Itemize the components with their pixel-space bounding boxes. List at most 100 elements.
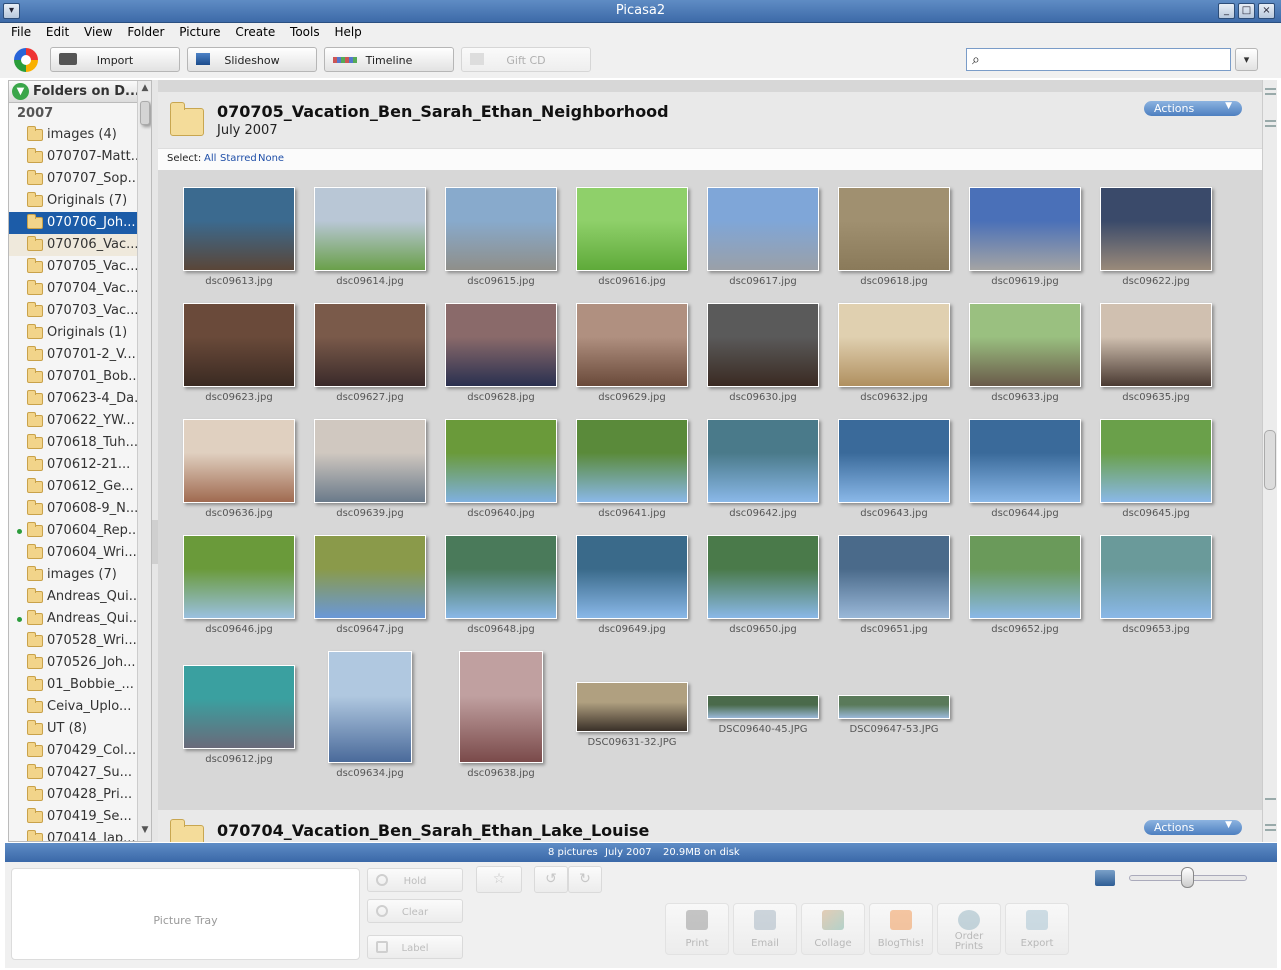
folder-item[interactable]: 070703_Vac... bbox=[9, 300, 137, 322]
photo-thumbnail[interactable] bbox=[576, 419, 688, 503]
scroll-thumb[interactable] bbox=[140, 101, 150, 125]
star-button[interactable]: ☆ bbox=[476, 866, 522, 893]
menu-view[interactable]: View bbox=[78, 23, 117, 39]
close-button[interactable]: × bbox=[1258, 3, 1275, 19]
import-button[interactable]: Import bbox=[50, 47, 180, 72]
search-options-button[interactable]: ▾ bbox=[1235, 48, 1258, 71]
folder-item[interactable]: 070612_Ge... bbox=[9, 476, 137, 498]
photo-thumbnail[interactable] bbox=[314, 303, 426, 387]
photo-thumbnail[interactable] bbox=[838, 535, 950, 619]
minimize-button[interactable]: _ bbox=[1218, 3, 1235, 19]
folder-item[interactable]: 070612-21... bbox=[9, 454, 137, 476]
folder-item[interactable]: 070427_Su... bbox=[9, 762, 137, 784]
menu-folder[interactable]: Folder bbox=[121, 23, 169, 39]
photo-thumbnail[interactable] bbox=[445, 535, 557, 619]
folder-item[interactable]: 070706_Joh... bbox=[9, 212, 137, 234]
photo-thumbnail[interactable] bbox=[576, 682, 688, 732]
label-button[interactable]: Label bbox=[367, 935, 463, 959]
folder-item[interactable]: 070701-2_V... bbox=[9, 344, 137, 366]
photo-thumbnail[interactable] bbox=[183, 535, 295, 619]
slider-handle[interactable] bbox=[1181, 867, 1194, 888]
photo-thumbnail[interactable] bbox=[707, 187, 819, 271]
photo-thumbnail[interactable] bbox=[314, 535, 426, 619]
folder-item[interactable]: 070528_Wri... bbox=[9, 630, 137, 652]
actions-dropdown-2[interactable]: Actions ▼ bbox=[1144, 820, 1242, 835]
folder-item[interactable]: 01_Bobbie_... bbox=[9, 674, 137, 696]
folder-item[interactable]: Andreas_Qui... bbox=[9, 608, 137, 630]
photo-thumbnail[interactable] bbox=[1100, 187, 1212, 271]
photo-thumbnail[interactable] bbox=[1100, 535, 1212, 619]
clear-button[interactable]: Clear bbox=[367, 899, 463, 923]
folder-item[interactable]: Originals (1) bbox=[9, 322, 137, 344]
photo-thumbnail[interactable] bbox=[707, 303, 819, 387]
actions-dropdown[interactable]: Actions ▼ bbox=[1144, 101, 1242, 116]
folder-item[interactable]: images (7) bbox=[9, 564, 137, 586]
select-starred-link[interactable]: Starred bbox=[220, 153, 257, 164]
collage-button[interactable]: Collage bbox=[801, 903, 865, 955]
email-button[interactable]: Email bbox=[733, 903, 797, 955]
slideshow-button[interactable]: Slideshow bbox=[187, 47, 317, 72]
folder-item[interactable]: 070701_Bob... bbox=[9, 366, 137, 388]
folder-item[interactable]: 070707_Sop... bbox=[9, 168, 137, 190]
photo-thumbnail[interactable] bbox=[969, 187, 1081, 271]
photo-thumbnail[interactable] bbox=[707, 695, 819, 719]
photo-thumbnail[interactable] bbox=[183, 303, 295, 387]
scroll-down-icon[interactable]: ▼ bbox=[139, 825, 151, 839]
photo-thumbnail[interactable] bbox=[445, 303, 557, 387]
library-scrollbar[interactable] bbox=[1262, 80, 1277, 842]
scroll-thumb[interactable] bbox=[1264, 430, 1276, 490]
photo-thumbnail[interactable] bbox=[459, 651, 543, 763]
photo-thumbnail[interactable] bbox=[969, 535, 1081, 619]
folder-list-scrollbar[interactable]: ▲ ▼ bbox=[137, 81, 151, 841]
folder-item[interactable]: UT (8) bbox=[9, 718, 137, 740]
photo-thumbnail[interactable] bbox=[328, 651, 412, 763]
photo-thumbnail[interactable] bbox=[576, 303, 688, 387]
photo-thumbnail[interactable] bbox=[314, 187, 426, 271]
menu-edit[interactable]: Edit bbox=[40, 23, 74, 39]
rotate-left-icon[interactable]: ↺ bbox=[534, 866, 568, 893]
folder-item[interactable]: 070604_Wri... bbox=[9, 542, 137, 564]
folder-item[interactable]: Andreas_Qui... bbox=[9, 586, 137, 608]
folder-item[interactable]: 070608-9_N... bbox=[9, 498, 137, 520]
maximize-button[interactable]: □ bbox=[1238, 3, 1255, 19]
scroll-up-icon[interactable]: ▲ bbox=[139, 83, 151, 97]
folder-item[interactable]: 070622_YW... bbox=[9, 410, 137, 432]
timeline-button[interactable]: Timeline bbox=[324, 47, 454, 72]
photo-thumbnail[interactable] bbox=[314, 419, 426, 503]
photo-thumbnail[interactable] bbox=[445, 187, 557, 271]
menu-tools[interactable]: Tools bbox=[284, 23, 325, 39]
menu-help[interactable]: Help bbox=[328, 23, 366, 39]
photo-thumbnail[interactable] bbox=[576, 187, 688, 271]
photo-thumbnail[interactable] bbox=[969, 419, 1081, 503]
folder-item[interactable]: 070428_Pri... bbox=[9, 784, 137, 806]
blogthis-button[interactable]: BlogThis! bbox=[869, 903, 933, 955]
rotate-right-icon[interactable]: ↻ bbox=[568, 866, 602, 893]
photo-thumbnail[interactable] bbox=[183, 419, 295, 503]
folder-item[interactable]: 070704_Vac... bbox=[9, 278, 137, 300]
folder-item[interactable]: 070618_Tuh... bbox=[9, 432, 137, 454]
photo-thumbnail[interactable] bbox=[707, 535, 819, 619]
photo-thumbnail[interactable] bbox=[838, 695, 950, 719]
photo-thumbnail[interactable] bbox=[1100, 419, 1212, 503]
folder-item[interactable]: 070707-Matt... bbox=[9, 146, 137, 168]
photo-thumbnail[interactable] bbox=[969, 303, 1081, 387]
gift-cd-button[interactable]: Gift CD bbox=[461, 47, 591, 72]
folder-item[interactable]: 070623-4_Da... bbox=[9, 388, 137, 410]
photo-thumbnail[interactable] bbox=[183, 665, 295, 749]
menu-file[interactable]: File bbox=[5, 23, 36, 39]
folder-item[interactable]: Originals (7) bbox=[9, 190, 137, 212]
picture-tray[interactable]: Picture Tray bbox=[11, 868, 360, 960]
photo-thumbnail[interactable] bbox=[576, 535, 688, 619]
order-prints-button[interactable]: Order Prints bbox=[937, 903, 1001, 955]
folder-item[interactable]: 070419_Se... bbox=[9, 806, 137, 828]
photo-thumbnail[interactable] bbox=[445, 419, 557, 503]
photo-thumbnail[interactable] bbox=[838, 303, 950, 387]
collapse-icon[interactable]: ▼ bbox=[12, 83, 29, 100]
folder-list-header[interactable]: ▼ Folders on D... bbox=[9, 81, 140, 103]
folder-item[interactable]: Ceiva_Uplo... bbox=[9, 696, 137, 718]
menu-create[interactable]: Create bbox=[229, 23, 280, 39]
select-none-link[interactable]: None bbox=[258, 153, 284, 164]
photo-thumbnail[interactable] bbox=[183, 187, 295, 271]
menu-picture[interactable]: Picture bbox=[173, 23, 225, 39]
export-button[interactable]: Export bbox=[1005, 903, 1069, 955]
